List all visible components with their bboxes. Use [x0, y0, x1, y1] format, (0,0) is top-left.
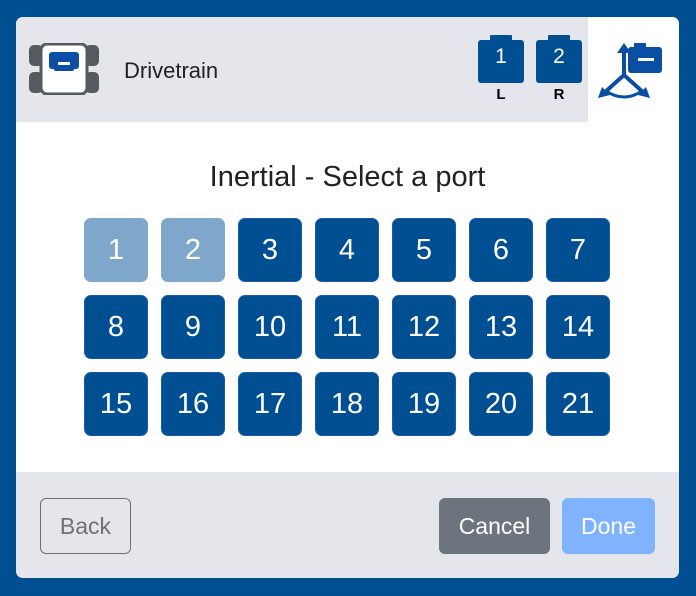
inertial-sensor-icon	[598, 43, 662, 99]
port-button-17[interactable]: 17	[238, 372, 302, 436]
port-button-21[interactable]: 21	[546, 372, 610, 436]
port-button-2: 2	[161, 218, 225, 282]
port-button-19[interactable]: 19	[392, 372, 456, 436]
drivetrain-icon	[29, 43, 99, 95]
port-button-3[interactable]: 3	[238, 218, 302, 282]
dialog-footer: Back Cancel Done	[16, 472, 679, 578]
done-button[interactable]: Done	[562, 498, 655, 554]
port-grid: 1 2 3 4 5 6 7 8 9 10 11 12 13 14 15 16 17 18 19 20 21	[84, 218, 610, 436]
motor-side-label: R	[553, 86, 565, 103]
port-button-11[interactable]: 11	[315, 295, 379, 359]
port-button-10[interactable]: 10	[238, 295, 302, 359]
port-button-15[interactable]: 15	[84, 372, 148, 436]
cancel-button[interactable]: Cancel	[439, 498, 550, 554]
port-button-20[interactable]: 20	[469, 372, 533, 436]
motor-port-number: 1	[495, 45, 507, 68]
device-title: Drivetrain	[124, 58, 219, 83]
port-button-12[interactable]: 12	[392, 295, 456, 359]
port-button-6[interactable]: 6	[469, 218, 533, 282]
port-button-13[interactable]: 13	[469, 295, 533, 359]
motor-side-label: L	[496, 86, 506, 103]
port-button-7[interactable]: 7	[546, 218, 610, 282]
dialog-header: Drivetrain 1 L 2 R	[16, 17, 679, 122]
port-button-14[interactable]: 14	[546, 295, 610, 359]
motor-badge-left[interactable]: 1 L	[478, 35, 524, 105]
port-select-prompt: Inertial - Select a port	[209, 161, 486, 193]
port-button-8[interactable]: 8	[84, 295, 148, 359]
port-button-9[interactable]: 9	[161, 295, 225, 359]
back-button[interactable]: Back	[40, 498, 131, 554]
port-button-4[interactable]: 4	[315, 218, 379, 282]
port-button-18[interactable]: 18	[315, 372, 379, 436]
motor-port-number: 2	[553, 45, 565, 68]
port-button-16[interactable]: 16	[161, 372, 225, 436]
port-button-5[interactable]: 5	[392, 218, 456, 282]
port-select-dialog: Drivetrain 1 L 2 R Inertial - Select a p…	[16, 17, 679, 578]
port-button-1: 1	[84, 218, 148, 282]
motor-badge-right[interactable]: 2 R	[536, 35, 582, 105]
inertial-sensor-tab[interactable]	[588, 17, 679, 122]
